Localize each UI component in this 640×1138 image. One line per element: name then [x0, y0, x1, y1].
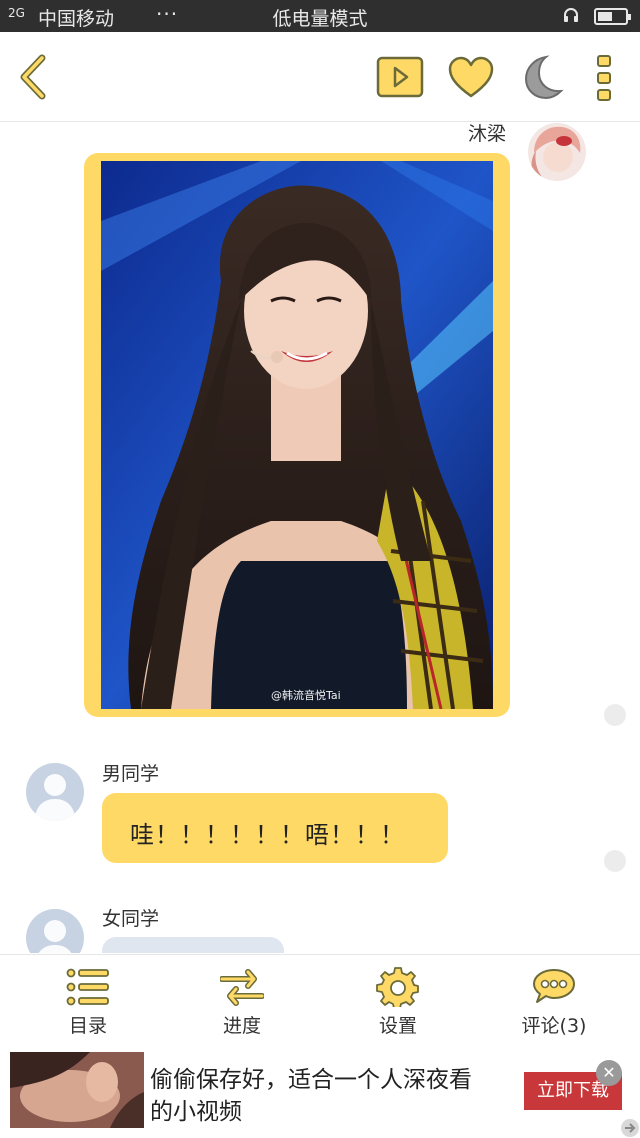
reaction-dot[interactable]	[604, 850, 626, 872]
back-icon[interactable]	[16, 52, 50, 102]
heart-icon[interactable]	[448, 56, 494, 100]
play-video-icon[interactable]	[376, 56, 424, 98]
status-bar: 2G 中国移动 ··· 低电量模式	[0, 0, 640, 32]
message-text: 哇！！！！！！唔！！！	[130, 821, 405, 849]
avatar[interactable]	[26, 909, 84, 953]
ad-thumbnail[interactable]	[10, 1052, 144, 1128]
toc-label: 目录	[68, 1015, 107, 1037]
reader-nav-bar	[0, 32, 640, 122]
headphones-icon	[564, 8, 578, 22]
battery-level	[598, 12, 612, 21]
image-watermark: @韩流音悦Tai	[271, 689, 341, 702]
avatar[interactable]	[528, 123, 586, 181]
toc-button[interactable]: 目录	[28, 955, 148, 1047]
sender-name: 沐梁	[468, 123, 507, 145]
ad-corner-icon	[621, 1119, 639, 1137]
battery-icon	[594, 8, 631, 25]
text-bubble[interactable]	[102, 937, 284, 953]
progress-button[interactable]: 进度	[182, 955, 302, 1047]
image-message[interactable]: @韩流音悦Tai	[84, 153, 510, 717]
settings-button[interactable]: 设置	[338, 955, 458, 1047]
sender-name: 男同学	[102, 763, 160, 785]
moon-icon[interactable]	[520, 54, 564, 100]
ad-title-line2: 的小视频	[150, 1099, 242, 1125]
photo-image[interactable]: @韩流音悦Tai	[101, 161, 493, 709]
settings-label: 设置	[378, 1015, 417, 1037]
sender-name: 女同学	[102, 908, 160, 930]
close-ad-button[interactable]: ✕	[596, 1060, 622, 1086]
avatar[interactable]	[26, 763, 84, 821]
comment-icon	[533, 969, 575, 1003]
swap-arrows-icon	[220, 969, 264, 1006]
ad-banner[interactable]: 偷偷保存好，适合一个人深夜看 的小视频 立即下载 ✕	[0, 1046, 640, 1138]
list-icon	[66, 968, 109, 1006]
reaction-dot[interactable]	[604, 704, 626, 726]
comments-button[interactable]: 评论(3)	[494, 955, 614, 1047]
bottom-toolbar: 目录 进度 设置 评论(3)	[0, 954, 640, 1046]
more-vertical-icon[interactable]	[594, 54, 614, 102]
gear-icon	[376, 967, 419, 1007]
chat-area[interactable]: 沐梁 @韩流音悦Tai 男同学 哇！！！！！！唔！！！ 女同学	[0, 123, 640, 953]
progress-label: 进度	[222, 1015, 261, 1037]
comments-label: 评论(3)	[521, 1015, 587, 1037]
power-mode-label: 低电量模式	[272, 8, 368, 30]
ad-title-line1: 偷偷保存好，适合一个人深夜看	[150, 1067, 472, 1093]
text-bubble[interactable]: 哇！！！！！！唔！！！	[102, 793, 448, 863]
